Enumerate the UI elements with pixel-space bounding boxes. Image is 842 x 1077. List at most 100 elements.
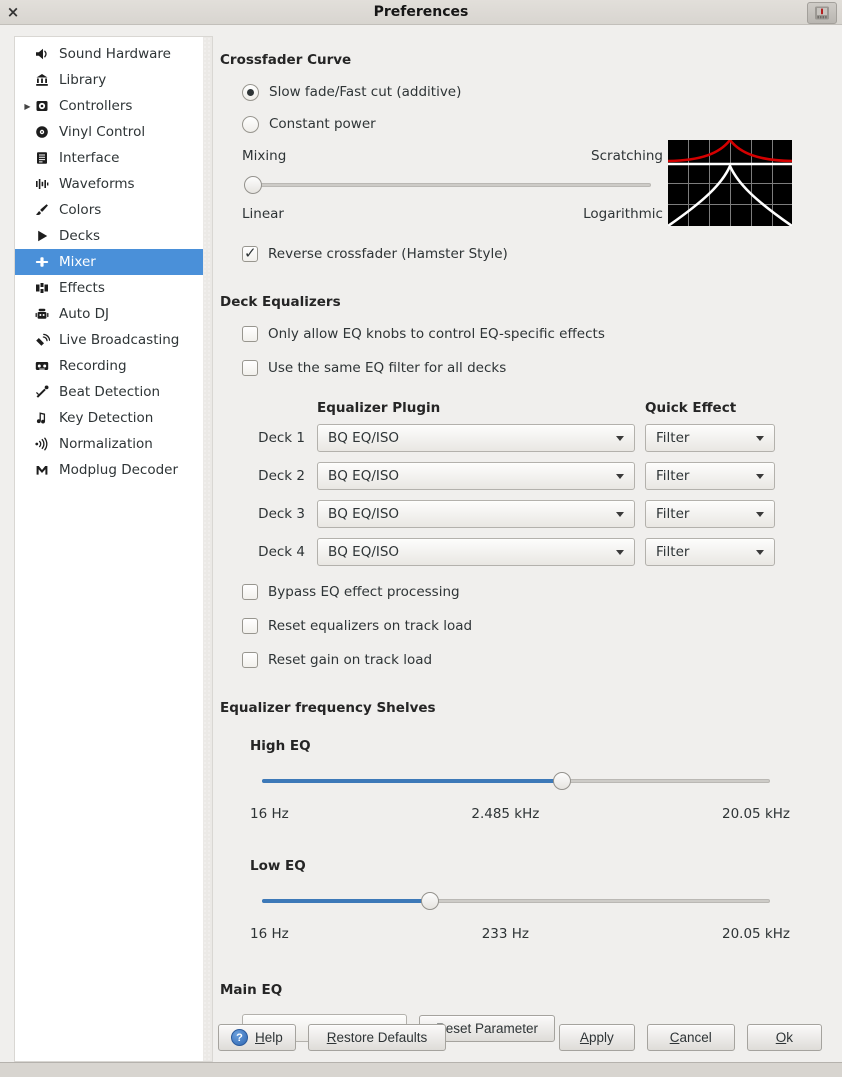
sidebar-item-interface[interactable]: Interface [15,145,203,171]
quick-effect-dropdown[interactable]: Filter [645,424,775,452]
sidebar-item-effects[interactable]: Effects [15,275,203,301]
vinyl-icon [34,124,51,140]
quick-effect-dropdown[interactable]: Filter [645,462,775,490]
checkbox-reset-eq-control[interactable] [242,618,258,634]
deck-eq-rows: Deck 1BQ EQ/ISOFilterDeck 2BQ EQ/ISOFilt… [250,424,832,566]
checkbox-same-filter-control[interactable] [242,360,258,376]
radio-slow-fade-control[interactable] [242,84,259,101]
sidebar-item-label: Library [59,72,106,88]
sidebar-item-decks[interactable]: Decks [15,223,203,249]
close-icon[interactable]: × [0,0,26,24]
radio-slow-fade-label: Slow fade/Fast cut (additive) [269,84,461,100]
sidebar-item-label: Vinyl Control [59,124,145,140]
sidebar-item-beat-detection[interactable]: Beat Detection [15,379,203,405]
cancel-button[interactable]: Cancel [647,1024,735,1051]
checkbox-bypass-control[interactable] [242,584,258,600]
robot-icon [34,306,51,322]
quick-effect-dropdown[interactable]: Filter [645,538,775,566]
sidebar-item-modplug-decoder[interactable]: Modplug Decoder [15,457,203,483]
sidebar-scrollbar[interactable] [203,36,213,1062]
checkbox-reverse-crossfader[interactable]: Reverse crossfader (Hamster Style) [242,244,832,264]
sidebar-item-mixer[interactable]: Mixer [15,249,203,275]
radio-constant-power[interactable]: Constant power [242,114,832,134]
col-header-quick-effect: Quick Effect [645,400,775,416]
checkbox-reset-eq[interactable]: Reset equalizers on track load [242,616,832,636]
sidebar-item-library[interactable]: Library [15,67,203,93]
sidebar-item-vinyl-control[interactable]: Vinyl Control [15,119,203,145]
scratching-label: Scratching [591,148,663,164]
restore-defaults-button[interactable]: Restore Defaults [308,1024,447,1051]
sidebar-item-waveforms[interactable]: Waveforms [15,171,203,197]
slider-handle[interactable] [553,772,571,790]
chevron-down-icon [756,550,764,555]
controller-icon [34,98,51,114]
fader-icon [34,254,51,270]
equalizer-plugin-dropdown[interactable]: BQ EQ/ISO [317,424,635,452]
music-key-icon [34,410,51,426]
help-button[interactable]: ? Help [218,1024,296,1051]
combo-value: BQ EQ/ISO [328,430,399,446]
combo-value: BQ EQ/ISO [328,468,399,484]
checkbox-same-filter[interactable]: Use the same EQ filter for all decks [242,358,832,378]
checkbox-eq-knobs[interactable]: Only allow EQ knobs to control EQ-specif… [242,324,832,344]
crossfader-curve-slider[interactable] [244,176,651,194]
checkbox-reset-gain[interactable]: Reset gain on track load [242,650,832,670]
sidebar-item-label: Interface [59,150,119,166]
sidebar-item-label: Recording [59,358,127,374]
high-eq-slider[interactable] [262,772,770,790]
sidebar-item-key-detection[interactable]: Key Detection [15,405,203,431]
sidebar-item-label: Colors [59,202,101,218]
slider-fill [262,779,562,783]
slider-handle[interactable] [421,892,439,910]
slider-handle[interactable] [244,176,262,194]
high-eq-label: High EQ [250,738,832,754]
equalizer-plugin-dropdown[interactable]: BQ EQ/ISO [317,500,635,528]
sidebar-item-label: Normalization [59,436,153,452]
combo-value: Filter [656,430,689,446]
deck-eq-row: Deck 4BQ EQ/ISOFilter [250,538,832,566]
combo-value: BQ EQ/ISO [328,544,399,560]
combo-value: Filter [656,544,689,560]
logarithmic-label: Logarithmic [583,206,663,222]
equalizer-plugin-dropdown[interactable]: BQ EQ/ISO [317,538,635,566]
checkbox-same-filter-label: Use the same EQ filter for all decks [268,360,506,376]
checkbox-reset-eq-label: Reset equalizers on track load [268,618,472,634]
chevron-down-icon [616,512,624,517]
drumstick-icon [34,384,51,400]
quick-effect-dropdown[interactable]: Filter [645,500,775,528]
soundwave-icon [34,436,51,452]
checkbox-reverse-control[interactable] [242,246,258,262]
slider-track[interactable] [244,183,651,187]
checkbox-bypass-label: Bypass EQ effect processing [268,584,460,600]
checkbox-eq-knobs-control[interactable] [242,326,258,342]
chevron-down-icon [756,512,764,517]
sidebar-item-live-broadcasting[interactable]: Live Broadcasting [15,327,203,353]
deck-eq-section-title: Deck Equalizers [220,294,832,310]
sidebar-item-label: Modplug Decoder [59,462,178,478]
expander-arrow-icon[interactable]: ▶ [21,102,34,111]
low-eq-max: 20.05 kHz [722,926,790,942]
checkbox-reset-gain-control[interactable] [242,652,258,668]
low-eq-slider[interactable] [262,892,770,910]
sidebar-item-colors[interactable]: Colors [15,197,203,223]
sidebar-item-normalization[interactable]: Normalization [15,431,203,457]
sidebar-item-label: Beat Detection [59,384,160,400]
sidebar-item-controllers[interactable]: ▶Controllers [15,93,203,119]
sidebar-item-recording[interactable]: Recording [15,353,203,379]
mixing-label: Mixing [242,148,286,164]
apply-button[interactable]: Apply [559,1024,635,1051]
waveform-icon [34,176,51,192]
deck-label: Deck 1 [250,430,307,446]
combo-value: Filter [656,468,689,484]
sidebar-item-auto-dj[interactable]: Auto DJ [15,301,203,327]
ok-button[interactable]: Ok [747,1024,822,1051]
chevron-down-icon [756,474,764,479]
deck-label: Deck 3 [250,506,307,522]
radio-slow-fade[interactable]: Slow fade/Fast cut (additive) [242,82,832,102]
sidebar-item-sound-hardware[interactable]: Sound Hardware [15,41,203,67]
checkbox-bypass-eq[interactable]: Bypass EQ effect processing [242,582,832,602]
radio-constant-power-control[interactable] [242,116,259,133]
sidebar-item-label: Auto DJ [59,306,109,322]
app-icon[interactable] [807,2,837,24]
equalizer-plugin-dropdown[interactable]: BQ EQ/ISO [317,462,635,490]
